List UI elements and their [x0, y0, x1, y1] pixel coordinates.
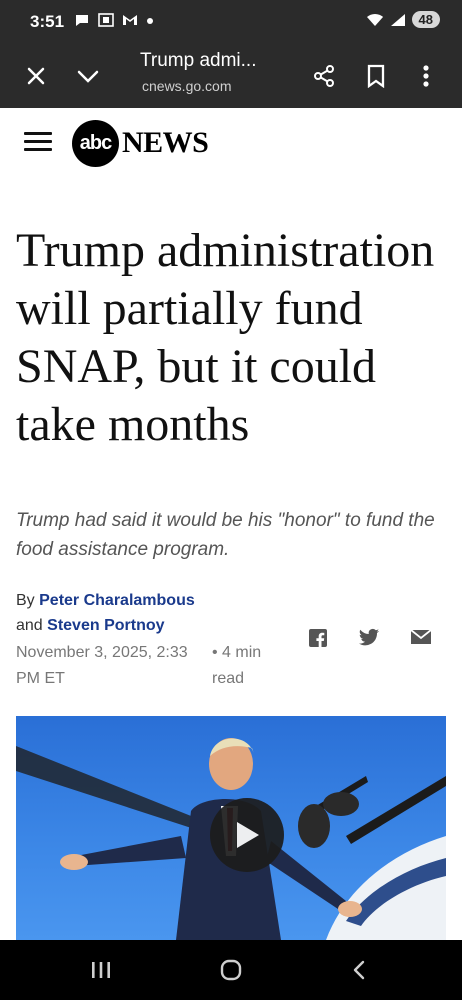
- article-headline: Trump administration will partially fund…: [16, 224, 435, 451]
- status-time: 3:51: [30, 12, 65, 31]
- battery-icon: 48: [411, 11, 440, 28]
- twitter-icon[interactable]: [358, 628, 380, 648]
- browser-page-title[interactable]: Trump admi...: [140, 50, 257, 72]
- screenshot-icon: [98, 13, 114, 27]
- browser-toolbar: Trump admi... cnews.go.com: [0, 44, 462, 108]
- author-link-1[interactable]: Peter Charalambous: [39, 592, 195, 609]
- notification-icons: [74, 13, 154, 30]
- more-icon[interactable]: [410, 60, 442, 92]
- home-icon[interactable]: [216, 956, 246, 984]
- recent-apps-icon[interactable]: [86, 956, 116, 984]
- browser-url[interactable]: cnews.go.com: [142, 78, 231, 94]
- chevron-down-icon[interactable]: [72, 60, 104, 92]
- share-icon[interactable]: [308, 60, 340, 92]
- hero-image[interactable]: [16, 716, 446, 940]
- system-nav-bar: [0, 940, 462, 1000]
- wifi-icon: [366, 13, 383, 26]
- byline-and: and: [16, 617, 43, 634]
- bookmark-icon[interactable]: [360, 60, 392, 92]
- close-icon[interactable]: [20, 60, 52, 92]
- byline: By Peter Charalambous and Steven Portnoy: [16, 588, 316, 638]
- facebook-icon[interactable]: [308, 628, 330, 648]
- byline-prefix: By: [16, 592, 35, 609]
- status-bar: 3:51 48: [0, 0, 462, 44]
- abc-logo[interactable]: abc: [72, 120, 119, 167]
- email-icon[interactable]: [410, 628, 432, 648]
- publish-date: November 3, 2025, 2:33 PM ET: [16, 644, 188, 687]
- play-video-button[interactable]: [210, 798, 284, 872]
- signal-icon: [390, 13, 405, 26]
- news-logo-text[interactable]: NEWS: [122, 126, 209, 160]
- read-time: • 4 min read: [212, 644, 262, 687]
- site-header: abc NEWS: [0, 108, 462, 177]
- dot-icon: [146, 18, 153, 24]
- chat-icon: [76, 15, 88, 26]
- gmail-icon: [122, 15, 137, 25]
- article-subhead: Trump had said it would be his "honor" t…: [16, 510, 435, 560]
- back-icon[interactable]: [344, 956, 374, 984]
- author-link-2[interactable]: Steven Portnoy: [47, 617, 164, 634]
- play-icon: [237, 822, 259, 848]
- hamburger-menu-icon[interactable]: [24, 132, 52, 154]
